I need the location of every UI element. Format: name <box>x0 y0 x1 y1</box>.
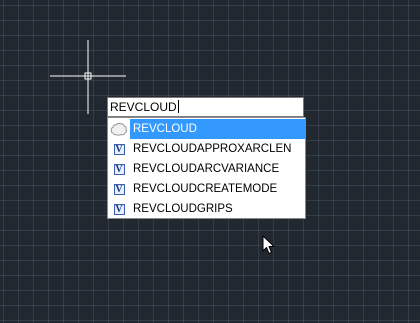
autocomplete-item-revcloudgrips[interactable]: V REVCLOUDGRIPS <box>108 199 305 219</box>
system-variable-icon: V <box>113 203 125 215</box>
autocomplete-item-label: REVCLOUDGRIPS <box>133 203 233 215</box>
autocomplete-item-revcloudcreatemode[interactable]: V REVCLOUDCREATEMODE <box>108 179 305 199</box>
command-input[interactable]: REVCLOUD <box>107 97 304 117</box>
autocomplete-item-label: REVCLOUDCREATEMODE <box>133 183 278 195</box>
revcloud-command-icon <box>108 119 130 139</box>
system-variable-icon: V <box>113 183 125 195</box>
autocomplete-item-revcloudarcvariance[interactable]: V REVCLOUDARCVARIANCE <box>108 159 305 179</box>
mouse-pointer-icon <box>262 235 275 254</box>
drawing-canvas[interactable]: REVCLOUD REVCLOUD V REVCLOUDAPPROXARCLEN… <box>0 0 420 323</box>
autocomplete-item-label: REVCLOUD <box>130 119 305 139</box>
autocomplete-item-revcloudapproxarclen[interactable]: V REVCLOUDAPPROXARCLEN <box>108 139 305 159</box>
system-variable-icon: V <box>113 163 125 175</box>
text-caret <box>177 100 179 113</box>
command-input-text: REVCLOUD <box>110 100 177 114</box>
system-variable-icon: V <box>113 143 125 155</box>
autocomplete-item-label: REVCLOUDARCVARIANCE <box>133 163 280 175</box>
autocomplete-item-label: REVCLOUDAPPROXARCLEN <box>133 143 292 155</box>
autocomplete-item-revcloud[interactable]: REVCLOUD <box>108 119 305 139</box>
autocomplete-list[interactable]: REVCLOUD V REVCLOUDAPPROXARCLEN V REVCLO… <box>107 117 306 219</box>
